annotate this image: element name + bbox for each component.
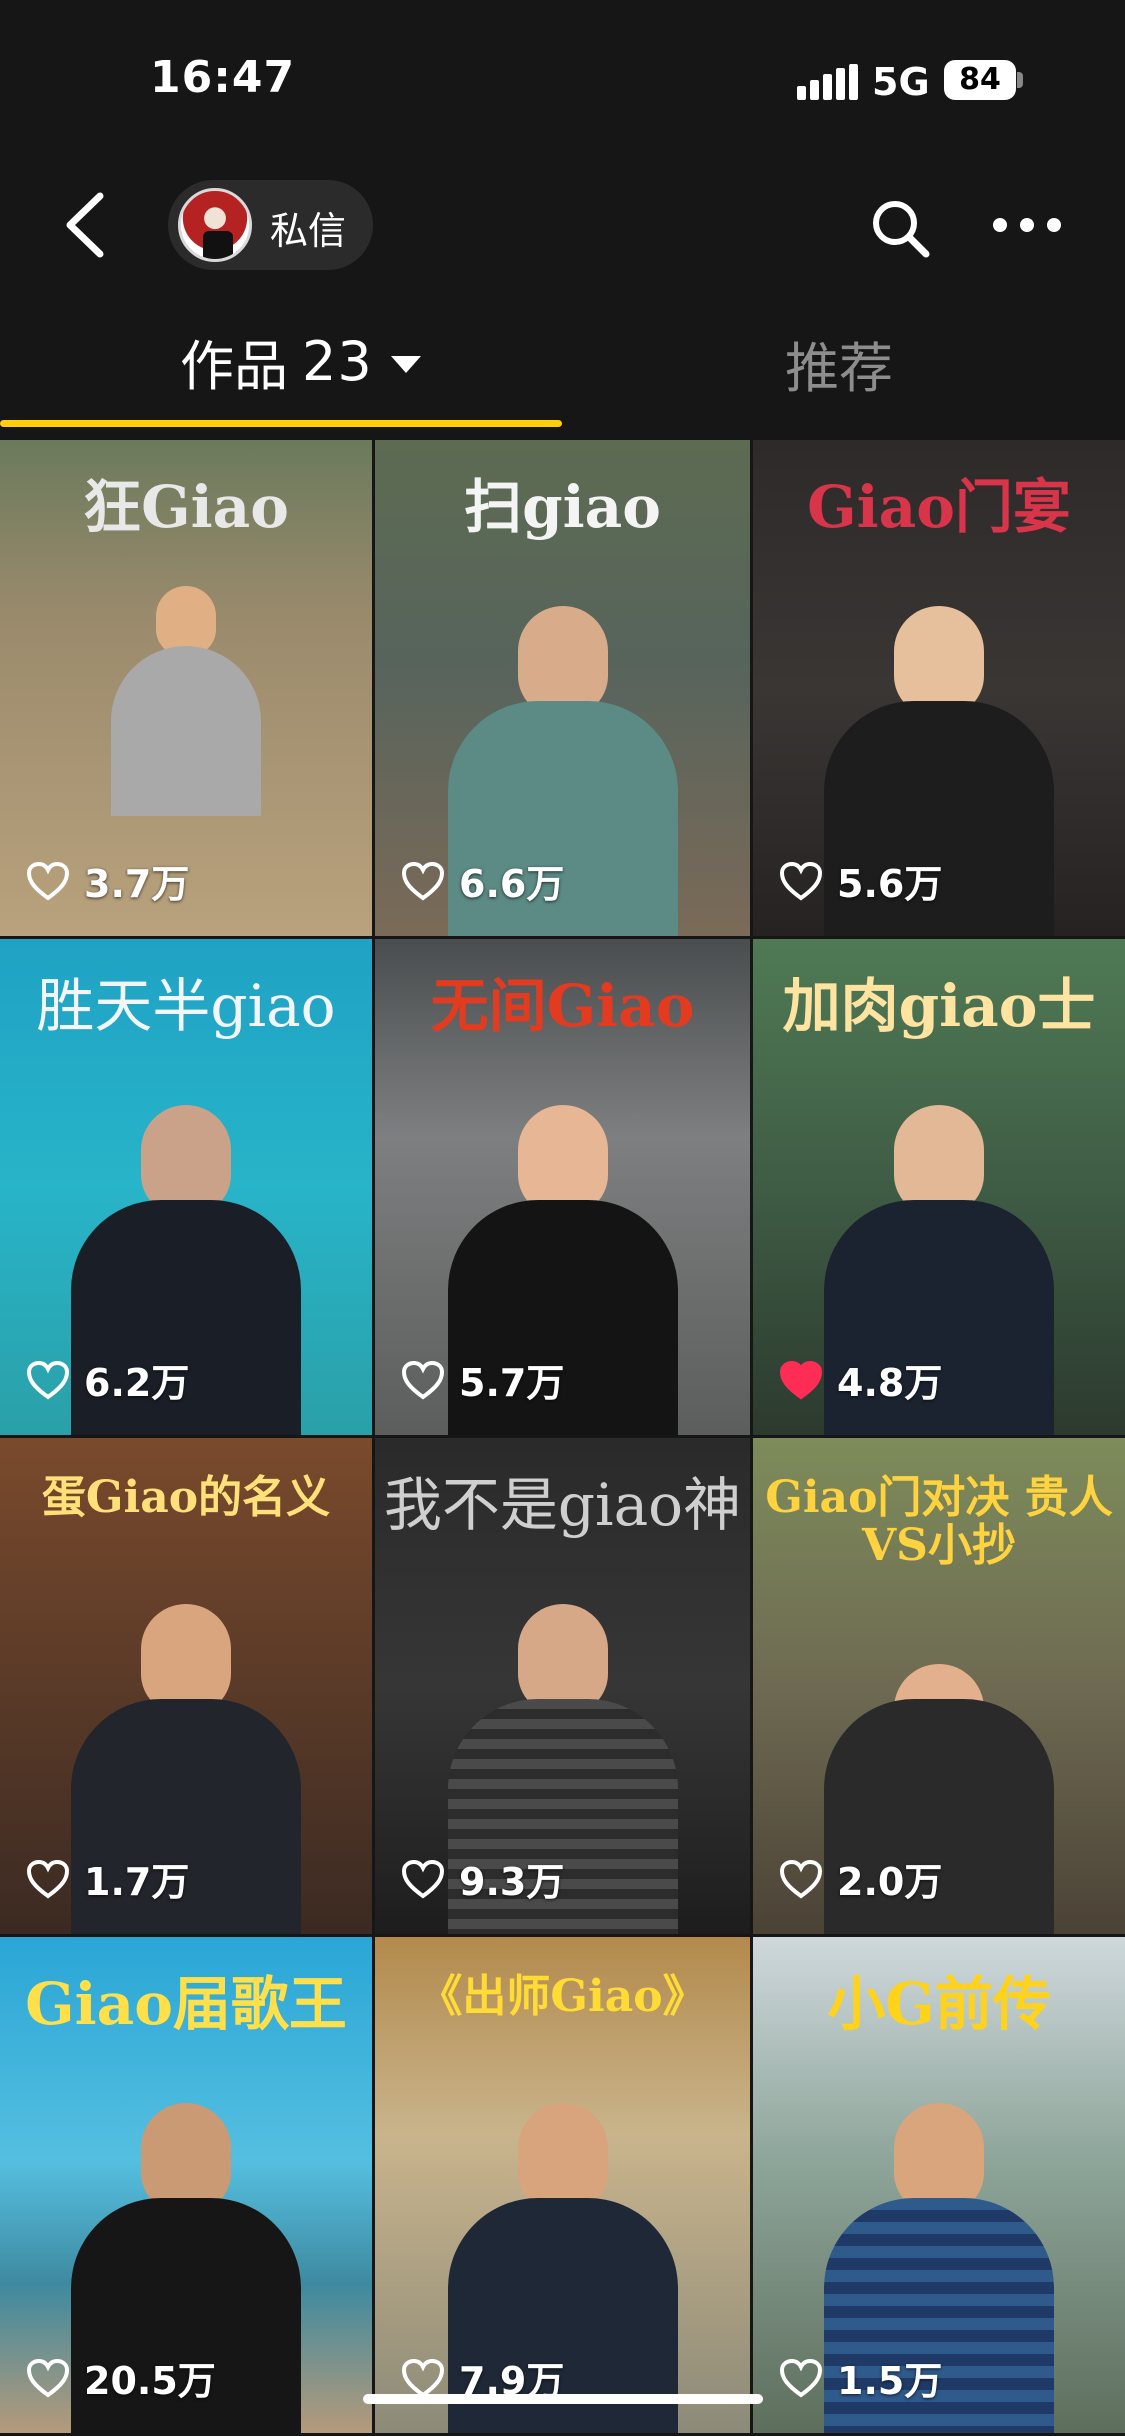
more-options-icon[interactable] xyxy=(990,210,1064,240)
video-thumbnail[interactable]: 加肉giao士 4.8万 xyxy=(753,939,1125,1435)
like-count: 9.3万 xyxy=(459,1860,565,1904)
like-indicator: 20.5万 xyxy=(26,2350,216,2405)
like-count: 5.6万 xyxy=(837,862,943,906)
video-title: 小G前传 xyxy=(827,1970,1051,2038)
home-indicator[interactable] xyxy=(363,2394,763,2404)
video-thumbnail[interactable]: Giao届歌王 20.5万 xyxy=(0,1937,372,2433)
video-thumbnail[interactable]: Giao门对决 贵人VS小抄 2.0万 xyxy=(753,1438,1125,1934)
battery-tip xyxy=(1017,72,1023,88)
heart-icon xyxy=(26,1859,70,1898)
network-type: 5G xyxy=(872,60,930,104)
like-indicator: 6.6万 xyxy=(401,853,564,908)
video-thumbnail[interactable]: 我不是giao神 9.3万 xyxy=(375,1438,750,1934)
tab-works-label: 作品 xyxy=(180,335,288,398)
video-title: 《出师Giao》 xyxy=(418,1971,707,2022)
like-count: 3.7万 xyxy=(84,862,190,906)
heart-icon-filled xyxy=(779,1360,823,1399)
private-message-button[interactable]: 私信 xyxy=(168,180,373,270)
like-indicator: 9.3万 xyxy=(401,1851,564,1906)
signal-icon xyxy=(797,64,859,100)
like-indicator: 6.2万 xyxy=(26,1352,189,1407)
video-figure xyxy=(111,586,261,816)
video-thumbnail[interactable]: 《出师Giao》 7.9万 xyxy=(375,1937,750,2433)
like-count: 6.2万 xyxy=(84,1361,190,1405)
video-thumbnail[interactable]: 蛋Giao的名义 1.7万 xyxy=(0,1438,372,1934)
tab-works-count: 23 xyxy=(302,330,373,393)
status-bar: 16:47 5G 84 xyxy=(0,0,1125,160)
like-indicator: 4.8万 xyxy=(779,1352,942,1407)
tab-works[interactable]: 作品 23 xyxy=(180,322,421,401)
video-title: 扫giao xyxy=(464,473,661,541)
private-message-label: 私信 xyxy=(270,209,347,253)
heart-icon xyxy=(401,1360,445,1399)
like-count: 1.7万 xyxy=(84,1860,190,1904)
heart-icon xyxy=(26,2358,70,2397)
like-indicator: 5.6万 xyxy=(779,853,942,908)
heart-icon xyxy=(26,861,70,900)
video-thumbnail[interactable]: 胜天半giao 6.2万 xyxy=(0,939,372,1435)
heart-icon xyxy=(401,1859,445,1898)
active-tab-indicator xyxy=(0,420,562,427)
heart-icon xyxy=(26,1360,70,1399)
video-title: 狂Giao xyxy=(83,473,289,541)
video-title: 我不是giao神 xyxy=(383,1471,742,1539)
video-title: 蛋Giao的名义 xyxy=(41,1472,331,1523)
video-title: Giao门对决 贵人VS小抄 xyxy=(765,1472,1113,1572)
heart-icon xyxy=(779,2358,823,2397)
battery-icon: 84 xyxy=(944,60,1016,100)
video-thumbnail[interactable]: 扫giao 6.6万 xyxy=(375,440,750,936)
video-grid: 狂Giao 3.7万 扫giao 6.6万 Giao门宴 5.6万 胜天半gia… xyxy=(0,440,1125,2433)
avatar xyxy=(178,188,252,262)
back-arrow-icon[interactable] xyxy=(58,190,118,260)
like-indicator: 1.7万 xyxy=(26,1851,189,1906)
video-title: 胜天半giao xyxy=(36,972,336,1040)
like-indicator: 1.5万 xyxy=(779,2350,942,2405)
search-icon[interactable] xyxy=(868,196,932,260)
video-thumbnail[interactable]: 无间Giao 5.7万 xyxy=(375,939,750,1435)
like-count: 2.0万 xyxy=(837,1860,943,1904)
video-title: 无间Giao xyxy=(430,972,695,1040)
like-indicator: 5.7万 xyxy=(401,1352,564,1407)
tab-recommend[interactable]: 推荐 xyxy=(785,324,893,403)
heart-icon xyxy=(401,861,445,900)
like-count: 20.5万 xyxy=(84,2359,216,2403)
heart-icon xyxy=(779,1859,823,1898)
video-title: Giao届歌王 xyxy=(25,1970,347,2038)
heart-icon xyxy=(779,861,823,900)
status-time: 16:47 xyxy=(150,52,296,103)
like-count: 6.6万 xyxy=(459,862,565,906)
like-count: 1.5万 xyxy=(837,2359,943,2403)
video-title: Giao门宴 xyxy=(807,473,1071,541)
like-indicator: 3.7万 xyxy=(26,853,189,908)
like-indicator: 2.0万 xyxy=(779,1851,942,1906)
video-title: 加肉giao士 xyxy=(782,972,1096,1040)
chevron-down-icon xyxy=(390,356,421,373)
video-thumbnail[interactable]: 狂Giao 3.7万 xyxy=(0,440,372,936)
video-thumbnail[interactable]: 小G前传 1.5万 xyxy=(753,1937,1125,2433)
heart-icon xyxy=(401,2358,445,2397)
like-count: 5.7万 xyxy=(459,1361,565,1405)
video-thumbnail[interactable]: Giao门宴 5.6万 xyxy=(753,440,1125,936)
like-count: 4.8万 xyxy=(837,1361,943,1405)
